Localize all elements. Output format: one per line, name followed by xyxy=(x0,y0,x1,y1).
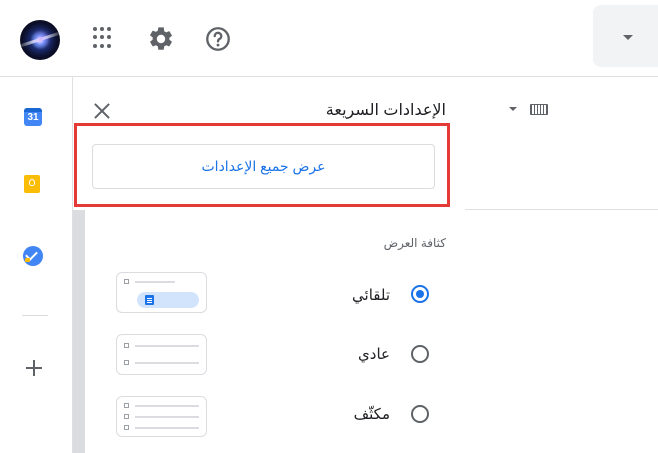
top-dropdown[interactable] xyxy=(593,5,658,67)
caret-down-icon xyxy=(623,35,633,40)
doc-chip xyxy=(137,292,199,308)
apps-grid-icon[interactable] xyxy=(93,27,115,49)
panel-scrollbar[interactable] xyxy=(73,210,85,453)
divider xyxy=(450,209,658,210)
close-icon[interactable] xyxy=(92,101,112,121)
highlight-box xyxy=(74,123,450,207)
density-radio-compact[interactable] xyxy=(411,405,429,423)
rail-divider xyxy=(22,315,48,316)
keep-bulb-icon[interactable] xyxy=(24,175,40,193)
help-icon[interactable] xyxy=(204,25,232,53)
keyboard-icon[interactable] xyxy=(530,104,548,115)
account-avatar[interactable] xyxy=(20,20,60,60)
density-radio-comfortable[interactable] xyxy=(411,345,429,363)
gear-icon[interactable] xyxy=(147,25,175,53)
density-option-label: عادي xyxy=(358,346,390,363)
density-compact-preview xyxy=(116,396,207,437)
calendar-icon[interactable]: 31 xyxy=(24,108,42,126)
density-option-label: مكثّف xyxy=(353,406,390,423)
tasks-check-icon[interactable] xyxy=(23,246,43,266)
density-default-preview xyxy=(116,272,207,313)
density-radio-default[interactable] xyxy=(411,285,429,303)
density-section-title: كثافة العرض xyxy=(383,236,446,250)
document-icon xyxy=(145,295,154,305)
caret-down-icon[interactable] xyxy=(509,107,517,111)
density-comfortable-preview xyxy=(116,334,207,375)
panel-title: الإعدادات السريعة xyxy=(325,102,446,119)
plus-icon[interactable] xyxy=(23,357,45,379)
density-option-label: تلقائي xyxy=(352,287,390,304)
